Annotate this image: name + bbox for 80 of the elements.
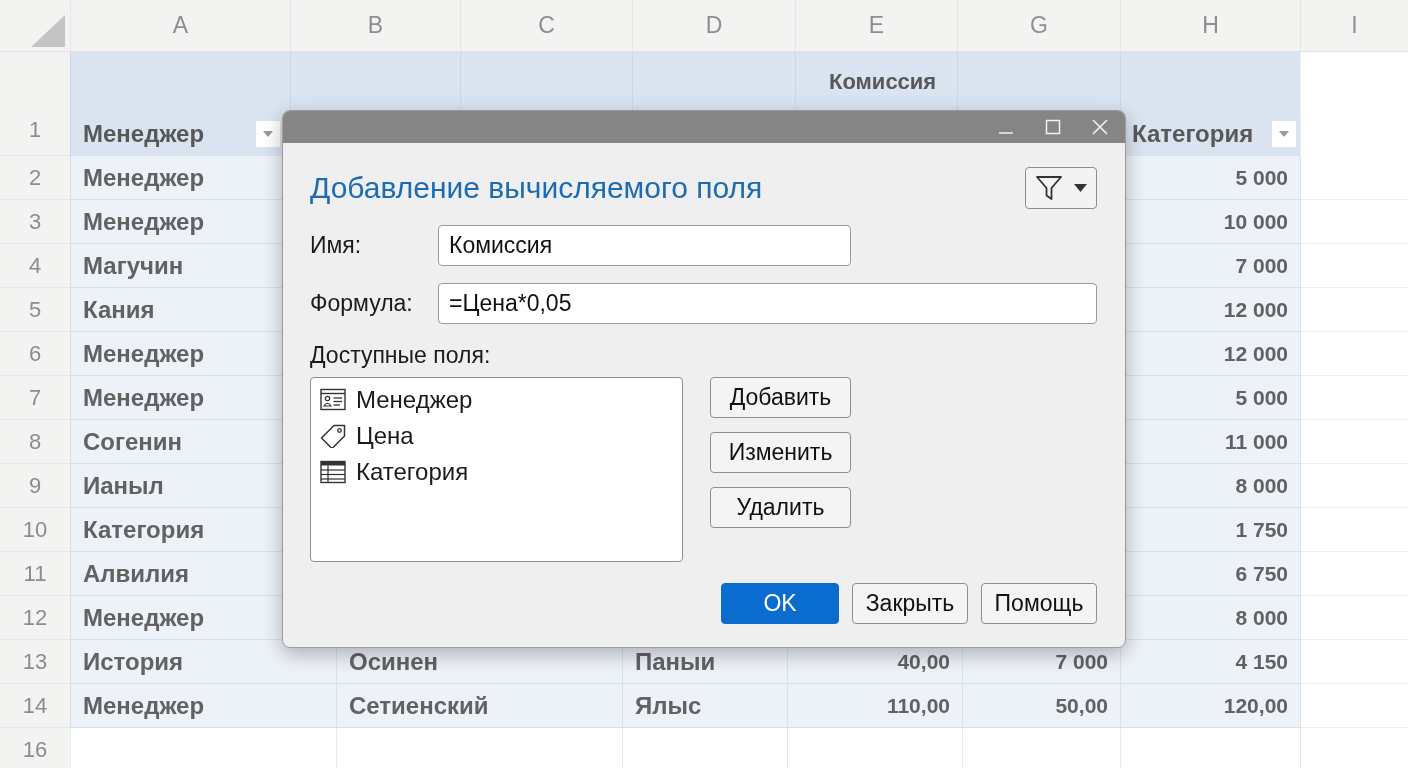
cell-text: Менеджер: [83, 207, 205, 236]
cell-text: 4 150: [1235, 649, 1288, 674]
formula-field[interactable]: =Цена*0,05: [438, 283, 1097, 324]
caret-icon: [1279, 131, 1289, 137]
name-field[interactable]: Комиссия: [438, 225, 851, 266]
caret-icon: [1074, 184, 1087, 192]
cell-text: 7 000: [1055, 649, 1108, 674]
select-all-icon[interactable]: [31, 15, 65, 47]
row-header: 9: [0, 464, 70, 508]
ok-button[interactable]: OK: [721, 583, 839, 624]
funnel-icon: [1035, 174, 1063, 202]
cell-text: 11 000: [1224, 429, 1288, 454]
cell-text: 7 000: [1235, 253, 1288, 278]
cell-text: Согенин: [83, 427, 183, 456]
cell-text: 1 750: [1235, 517, 1288, 542]
cell-text: Менеджер: [83, 691, 205, 720]
row-header: 3: [0, 200, 70, 244]
close-icon[interactable]: [1092, 119, 1108, 135]
field-label: Имя:: [310, 232, 362, 259]
row-header: 6: [0, 332, 70, 376]
cell-text: 12 000: [1223, 297, 1288, 322]
cell-text: Ялыс: [635, 691, 702, 720]
cell-text: 12 000: [1223, 341, 1288, 366]
close-button[interactable]: Закрыть: [852, 583, 968, 624]
cell-text: 6 750: [1235, 561, 1288, 586]
row-header: 10: [0, 508, 70, 552]
cell-text: 10 000: [1223, 209, 1288, 234]
cell-text: Кания: [83, 295, 155, 324]
help-button[interactable]: Помощь: [981, 583, 1097, 624]
cell-text: История: [83, 647, 184, 676]
caret-icon: [263, 131, 273, 137]
delete-button[interactable]: Удалить: [710, 487, 851, 528]
row-header: 2: [0, 156, 70, 200]
cell-text: Алвилия: [83, 559, 190, 588]
table-icon: [320, 460, 346, 484]
cell-text: 8 000: [1235, 473, 1288, 498]
tag-icon: [320, 424, 346, 448]
cell-text: Менеджер: [83, 603, 205, 632]
column-title: Менеджер: [83, 120, 205, 148]
cell-text: Менеджер: [83, 163, 205, 192]
cell-text: 120,00: [1223, 693, 1288, 718]
filter-dropdown-button[interactable]: [1271, 120, 1297, 148]
cell-text: 110,00: [886, 693, 950, 718]
row-header: 4: [0, 244, 70, 288]
cell-text: 50,00: [1055, 693, 1108, 718]
section-label: Доступные поля:: [310, 342, 491, 368]
cell-text: 5 000: [1235, 165, 1288, 190]
row-header: 13: [0, 640, 70, 684]
cell-text: Категория: [83, 515, 205, 544]
list-item[interactable]: Менеджер: [320, 382, 477, 418]
maximize-icon[interactable]: [1045, 119, 1061, 135]
row-header: 16: [0, 728, 70, 768]
cell-text: 5 000: [1235, 385, 1288, 410]
row-header: 12: [0, 596, 70, 640]
column-title: Комиссия: [829, 68, 937, 96]
cell-text: Осинен: [349, 647, 439, 676]
dialog-title: Добавление вычисляемого поля: [310, 171, 763, 205]
filter-dropdown-button[interactable]: [255, 120, 281, 148]
row-header: 5: [0, 288, 70, 332]
cell-text: Менеджер: [83, 339, 205, 368]
field-label: Формула:: [310, 290, 413, 317]
cell-text: Паныи: [635, 647, 716, 676]
cell-text: Магучин: [83, 251, 184, 280]
row-header: 7: [0, 376, 70, 420]
list-item[interactable]: Цена: [320, 418, 418, 454]
row-header: 1: [0, 52, 70, 156]
list-item[interactable]: Категория: [320, 454, 473, 490]
cell-text: Ианыл: [83, 471, 164, 500]
add-button[interactable]: Добавить: [710, 377, 851, 418]
row-header: 11: [0, 552, 70, 596]
edit-button[interactable]: Изменить: [710, 432, 851, 473]
row-header: 8: [0, 420, 70, 464]
contact-card-icon: [320, 388, 346, 412]
cell-text: 8 000: [1235, 605, 1288, 630]
cell-text: Сетиенский: [349, 691, 489, 720]
filter-button[interactable]: [1025, 167, 1097, 209]
cell-text: Менеджер: [83, 383, 205, 412]
cell-text: 40,00: [897, 649, 950, 674]
column-title: Категория: [1132, 120, 1254, 148]
row-header: 14: [0, 684, 70, 728]
